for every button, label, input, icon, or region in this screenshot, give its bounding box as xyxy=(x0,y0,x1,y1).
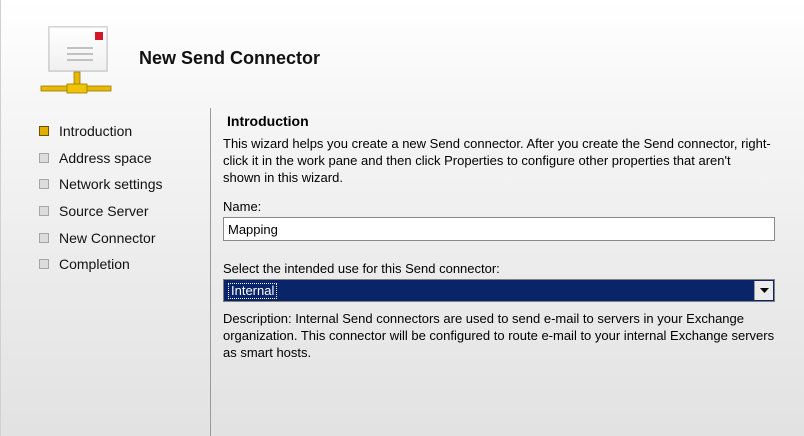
step-status-icon xyxy=(39,179,49,190)
step-status-icon xyxy=(39,206,49,217)
name-label: Name: xyxy=(223,199,262,214)
step-label: Address space xyxy=(59,149,152,166)
step-introduction[interactable]: Introduction xyxy=(39,118,162,145)
chevron-down-icon xyxy=(759,287,769,293)
wizard-steps: Introduction Address space Network setti… xyxy=(39,118,162,278)
step-new-connector[interactable]: New Connector xyxy=(39,224,162,251)
step-status-icon xyxy=(39,126,49,137)
step-address-space[interactable]: Address space xyxy=(39,145,162,172)
dropdown-button[interactable] xyxy=(754,281,773,300)
step-label: Source Server xyxy=(59,203,149,220)
intended-use-description: Description: Internal Send connectors ar… xyxy=(223,311,775,360)
intended-use-value: Internal xyxy=(228,283,278,299)
wizard-window: New Send Connector Introduction Address … xyxy=(0,0,804,436)
step-status-icon xyxy=(39,152,49,163)
section-title: Introduction xyxy=(227,113,309,129)
intended-use-label: Select the intended use for this Send co… xyxy=(223,261,500,276)
step-network-settings[interactable]: Network settings xyxy=(39,171,162,198)
step-completion[interactable]: Completion xyxy=(39,251,162,278)
pane-divider xyxy=(210,108,211,436)
send-connector-envelope-icon xyxy=(40,26,112,94)
step-label: Introduction xyxy=(59,123,133,140)
step-label: New Connector xyxy=(59,229,156,246)
step-status-icon xyxy=(39,232,49,243)
wizard-title: New Send Connector xyxy=(139,48,321,68)
name-input[interactable] xyxy=(223,217,775,241)
step-source-server[interactable]: Source Server xyxy=(39,198,162,225)
intended-use-select[interactable]: Internal xyxy=(223,279,775,302)
wizard-header: New Send Connector xyxy=(1,0,804,104)
intro-text: This wizard helps you create a new Send … xyxy=(223,136,771,185)
step-label: Network settings xyxy=(59,176,163,193)
step-label: Completion xyxy=(59,256,130,273)
step-status-icon xyxy=(39,259,49,270)
